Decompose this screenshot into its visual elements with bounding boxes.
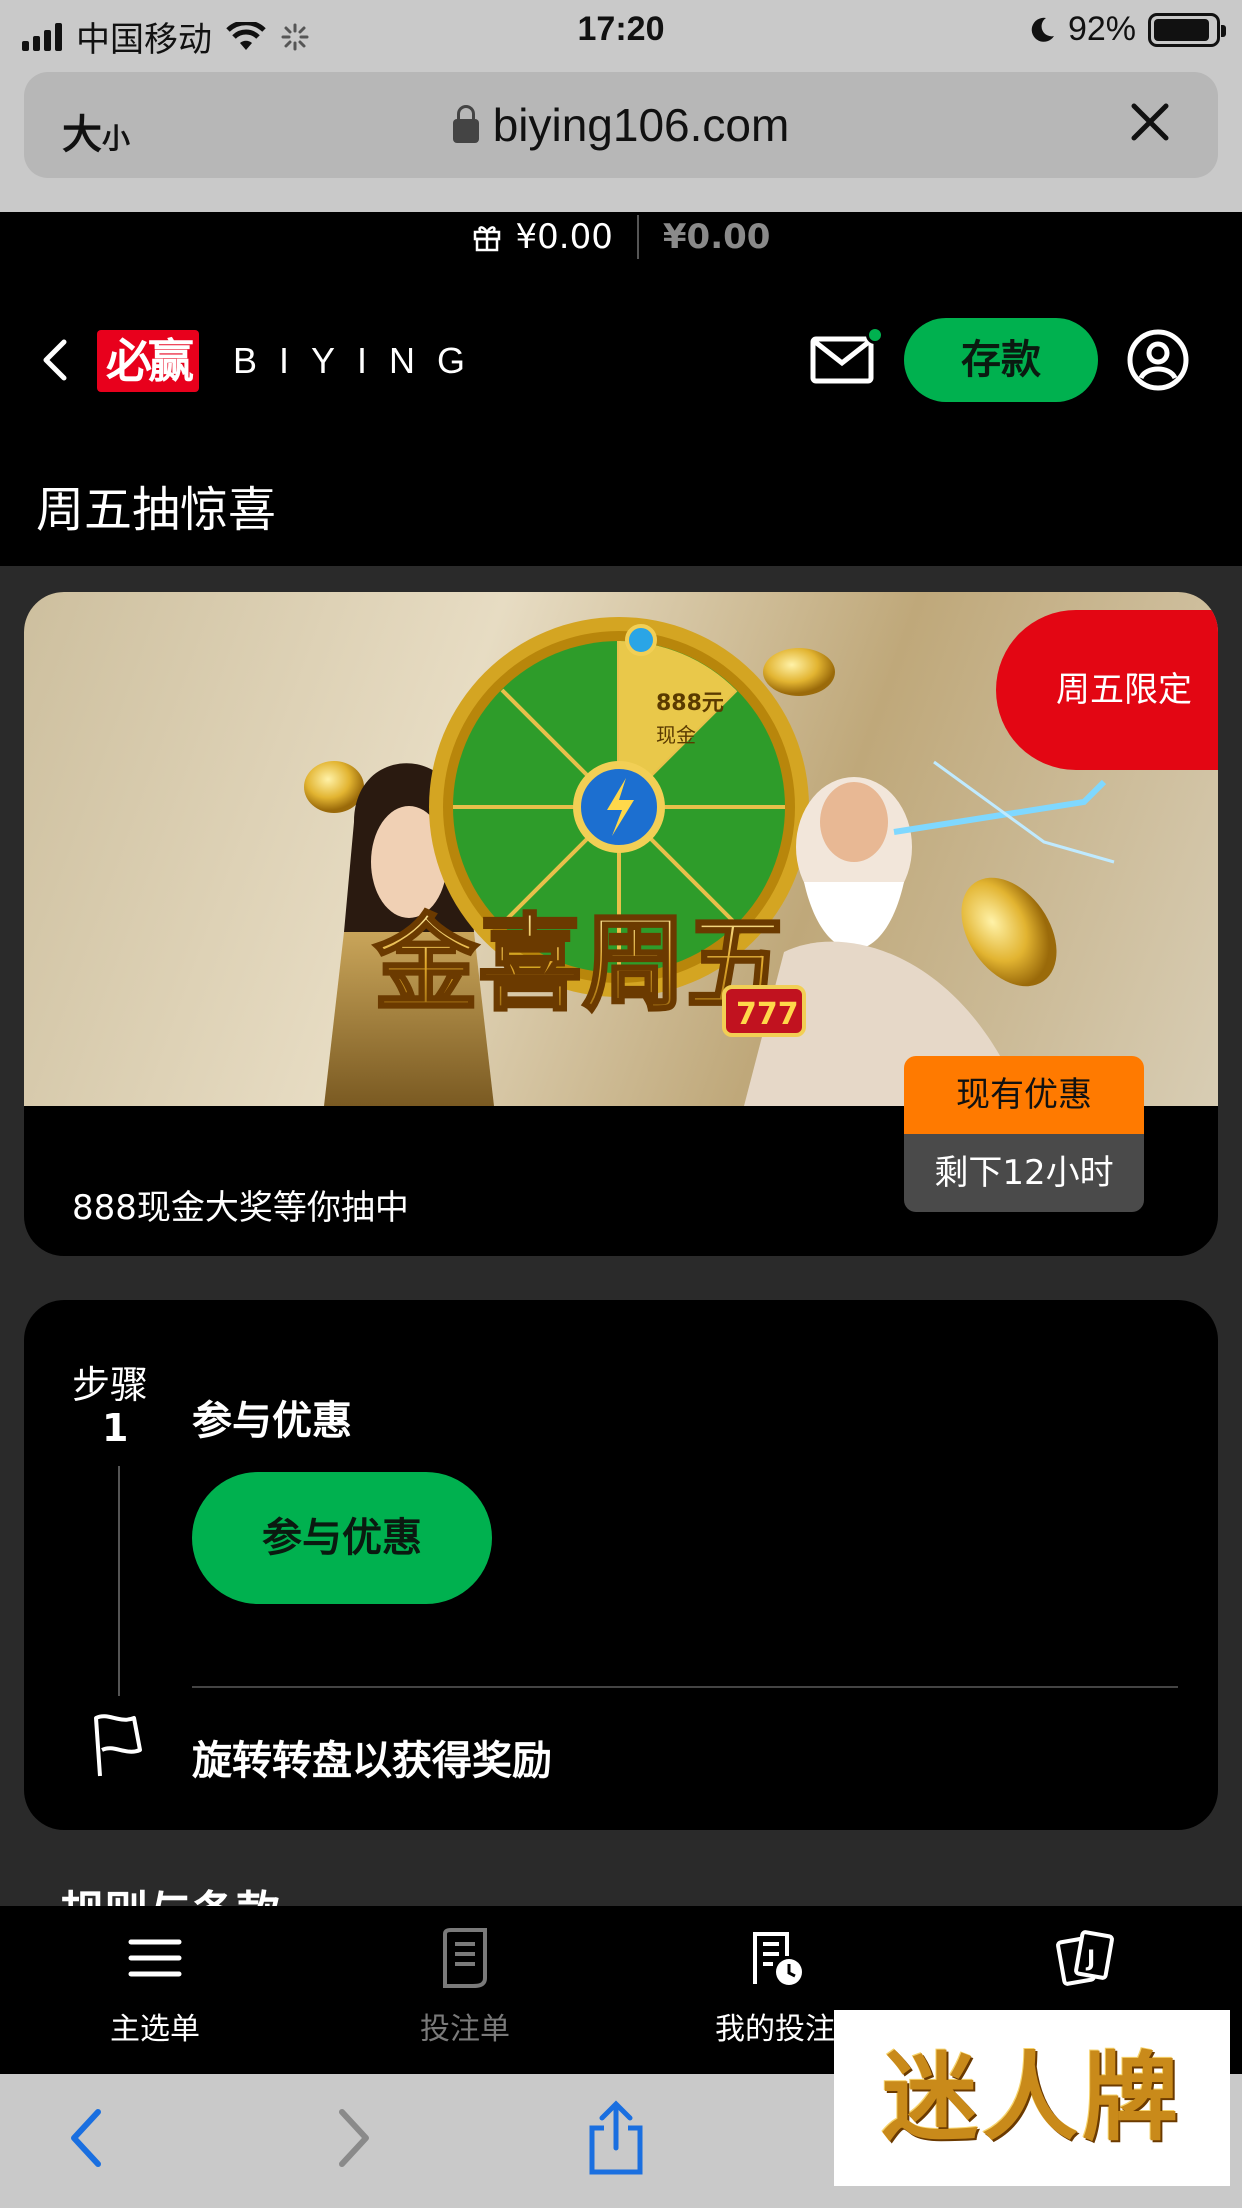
nav-menu-label: 主选单 [110,2012,200,2047]
step-number: 1 [102,1406,129,1450]
moon-icon [1031,17,1054,42]
lock-icon [452,105,479,143]
gift-icon [473,226,500,252]
svg-text:现金: 现金 [656,723,696,747]
available-offer-badge: 现有优惠 [904,1056,1144,1134]
svg-text:J: J [1085,1947,1095,1972]
share-icon[interactable] [584,2098,648,2178]
betslip-icon [443,1928,487,1988]
step-title: 参与优惠 [192,1398,352,1444]
rules-heading: 规则与条款 [60,1876,280,1906]
mail-icon[interactable] [810,336,874,384]
brand-wordmark: BIYING [233,340,488,381]
battery-percent: 92% [1067,10,1136,48]
final-step-text: 旋转转盘以获得奖励 [192,1738,552,1784]
nav-betslip-label: 投注单 [420,2012,510,2047]
browser-forward-icon[interactable] [334,2106,374,2170]
deposit-button[interactable]: 存款 [904,318,1098,402]
site-header: 必赢 BIYING 存款 [0,300,1242,420]
bonus-balance: ¥0.00 [662,217,771,257]
close-icon[interactable] [1122,94,1178,150]
main-content[interactable]: 888元 现金 金喜周五 777 周五限定 888现金大奖等你抽中 现有优惠 剩… [0,566,1242,1906]
svg-text:777: 777 [736,997,799,1032]
svg-text:888元: 888元 [656,691,724,716]
playing-cards-icon: J [1056,1930,1114,1986]
page-title: 周五抽惊喜 [36,482,277,538]
browser-back-icon[interactable] [66,2106,106,2170]
url-text: biying106.com [492,99,790,151]
flag-icon [94,1714,142,1777]
watermark-logo: 迷人牌 [834,2010,1230,2186]
battery-icon [1148,12,1226,47]
address-bar[interactable]: 大小 biying106.com [24,72,1218,178]
nav-menu[interactable]: 主选单 [0,1926,310,2048]
step-connector [118,1466,120,1696]
browser-address-area: 大小 biying106.com [0,64,1242,212]
account-icon[interactable] [1126,328,1190,392]
balance-row: ¥0.00 ¥0.00 [0,212,1242,262]
join-offer-button[interactable]: 参与优惠 [192,1472,492,1604]
friday-limited-ribbon: 周五限定 [996,610,1218,770]
nav-casino[interactable]: J [930,1926,1240,1990]
main-balance: ¥0.00 [515,217,613,257]
balance-divider [636,215,639,259]
step-divider [192,1686,1178,1688]
hamburger-menu-icon [128,1939,182,1977]
promo-banner[interactable]: 888元 现金 金喜周五 777 周五限定 [24,592,1218,1106]
promo-description: 888现金大奖等你抽中 [72,1188,409,1228]
time-remaining-badge: 剩下12小时 [904,1134,1144,1212]
back-icon[interactable] [38,338,72,382]
status-bar: 中国移动 17:20 92% [0,0,1242,64]
my-bets-icon [753,1932,802,1985]
brand-logo[interactable]: 必赢 [97,330,199,392]
steps-card: 步骤 1 参与优惠 参与优惠 旋转转盘以获得奖励 [24,1300,1218,1830]
step-label: 步骤 [72,1363,149,1407]
nav-betslip[interactable]: 投注单 [310,1926,620,2048]
notification-dot [866,326,884,344]
